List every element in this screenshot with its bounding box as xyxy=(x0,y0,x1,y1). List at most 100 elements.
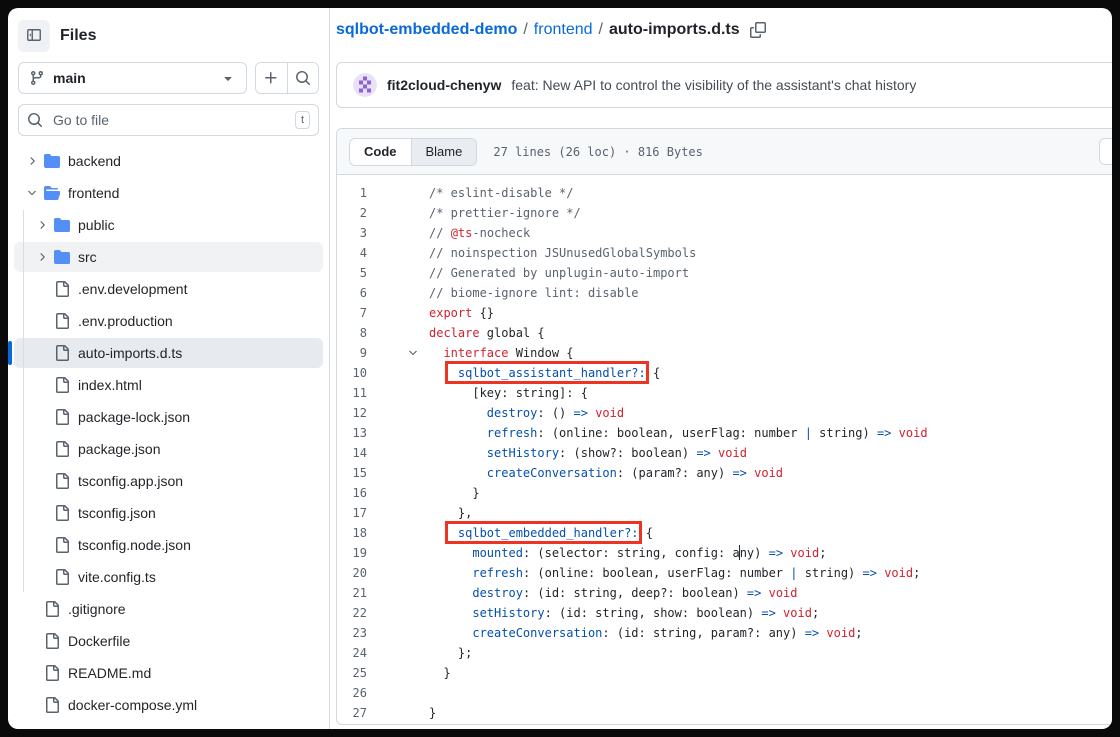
line-number[interactable]: 23 xyxy=(337,623,367,643)
line-number[interactable]: 15 xyxy=(337,463,367,483)
code-line-24: 24 }; xyxy=(337,643,1112,663)
commit-author[interactable]: fit2cloud-chenyw xyxy=(387,77,501,93)
line-number[interactable]: 27 xyxy=(337,703,367,723)
fold-gutter xyxy=(367,283,429,303)
go-to-file-input[interactable] xyxy=(51,111,287,129)
line-number[interactable]: 1 xyxy=(337,183,367,203)
line-number[interactable]: 13 xyxy=(337,423,367,443)
code-line-5: 5// Generated by unplugin-auto-import xyxy=(337,263,1112,283)
code-line-27: 27} xyxy=(337,703,1112,723)
avatar[interactable] xyxy=(353,73,377,97)
line-number[interactable]: 8 xyxy=(337,323,367,343)
repo-page: Files main xyxy=(8,8,1112,729)
line-number[interactable]: 5 xyxy=(337,263,367,283)
search-icon xyxy=(295,70,311,86)
search-tree-button[interactable] xyxy=(287,63,319,93)
tree-item-label: tsconfig.node.json xyxy=(78,537,191,553)
copy-path-icon[interactable] xyxy=(750,22,766,38)
branch-name: main xyxy=(53,70,86,86)
line-number[interactable]: 12 xyxy=(337,403,367,423)
tree-item-backend[interactable]: backend xyxy=(14,146,323,176)
tree-item-label: auto-imports.d.ts xyxy=(78,345,182,361)
tree-item-docker-compose.yml[interactable]: docker-compose.yml xyxy=(14,690,323,720)
fold-gutter xyxy=(367,183,429,203)
fold-gutter xyxy=(367,423,429,443)
code-line-22: 22 setHistory: (id: string, show: boolea… xyxy=(337,603,1112,623)
commit-message[interactable]: feat: New API to control the visibility … xyxy=(511,77,916,93)
breadcrumb-separator: / xyxy=(599,20,603,40)
line-number[interactable]: 17 xyxy=(337,503,367,523)
tree-item-.env.production[interactable]: .env.production xyxy=(14,306,323,336)
file-icon xyxy=(54,441,70,457)
tree-item-vite.config.ts[interactable]: vite.config.ts xyxy=(14,562,323,592)
tree-item-tsconfig.node.json[interactable]: tsconfig.node.json xyxy=(14,530,323,560)
main-content: sqlbot-embedded-demo / frontend / auto-i… xyxy=(330,8,1112,729)
fold-chevron-down-icon[interactable] xyxy=(367,343,429,363)
branch-selector[interactable]: main xyxy=(18,62,247,94)
tree-item-.env.development[interactable]: .env.development xyxy=(14,274,323,304)
tab-code[interactable]: Code xyxy=(350,139,412,165)
tree-item-.gitignore[interactable]: .gitignore xyxy=(14,594,323,624)
line-number[interactable]: 16 xyxy=(337,483,367,503)
code-text: } xyxy=(429,663,451,683)
code-line-13: 13 refresh: (online: boolean, userFlag: … xyxy=(337,423,1112,443)
line-number[interactable]: 9 xyxy=(337,343,367,363)
code-text: [key: string]: { xyxy=(429,383,588,403)
line-number[interactable]: 10 xyxy=(337,363,367,383)
tree-item-README.md[interactable]: README.md xyxy=(14,658,323,688)
tree-item-src[interactable]: src xyxy=(14,242,323,272)
folder-icon xyxy=(54,249,70,265)
annotation-box: sqlbot_assistant_handler?: xyxy=(458,366,646,380)
fold-gutter xyxy=(367,643,429,663)
line-number[interactable]: 11 xyxy=(337,383,367,403)
line-number[interactable]: 26 xyxy=(337,683,367,703)
file-icon xyxy=(44,697,60,713)
tree-item-label: .env.development xyxy=(78,281,187,297)
breadcrumb-repo-link[interactable]: sqlbot-embedded-demo xyxy=(336,20,517,40)
line-number[interactable]: 3 xyxy=(337,223,367,243)
tree-action-buttons xyxy=(255,62,319,94)
breadcrumb-dir-link[interactable]: frontend xyxy=(534,20,593,40)
tree-item-label: README.md xyxy=(68,665,151,681)
line-number[interactable]: 14 xyxy=(337,443,367,463)
line-number[interactable]: 21 xyxy=(337,583,367,603)
line-number[interactable]: 18 xyxy=(337,523,367,543)
tree-item-auto-imports.d.ts[interactable]: auto-imports.d.ts xyxy=(14,338,323,368)
tree-item-index.html[interactable]: index.html xyxy=(14,370,323,400)
line-number[interactable]: 7 xyxy=(337,303,367,323)
line-number[interactable]: 19 xyxy=(337,543,367,563)
tree-item-tsconfig.app.json[interactable]: tsconfig.app.json xyxy=(14,466,323,496)
raw-button[interactable]: Raw xyxy=(1099,138,1112,165)
code-line-2: 2/* prettier-ignore */ xyxy=(337,203,1112,223)
tree-item-package.json[interactable]: package.json xyxy=(14,434,323,464)
code-text: } xyxy=(429,483,480,503)
line-number[interactable]: 6 xyxy=(337,283,367,303)
shortcut-key-badge: t xyxy=(295,111,310,129)
line-number[interactable]: 25 xyxy=(337,663,367,683)
sidebar-title: Files xyxy=(60,27,96,45)
line-number[interactable]: 20 xyxy=(337,563,367,583)
code-text: refresh: (online: boolean, userFlag: num… xyxy=(429,423,928,443)
line-number[interactable]: 2 xyxy=(337,203,367,223)
line-number[interactable]: 22 xyxy=(337,603,367,623)
add-file-button[interactable] xyxy=(256,63,287,93)
tree-item-tsconfig.json[interactable]: tsconfig.json xyxy=(14,498,323,528)
code-text: export {} xyxy=(429,303,494,323)
tree-item-package-lock.json[interactable]: package-lock.json xyxy=(14,402,323,432)
fold-gutter xyxy=(367,603,429,623)
annotation-box: sqlbot_embedded_handler?: xyxy=(458,526,639,540)
collapse-sidebar-button[interactable] xyxy=(18,20,50,52)
tree-item-public[interactable]: public xyxy=(14,210,323,240)
line-number[interactable]: 24 xyxy=(337,643,367,663)
code-text: declare global { xyxy=(429,323,545,343)
tree-item-frontend[interactable]: frontend xyxy=(14,178,323,208)
code-text: }, xyxy=(429,503,472,523)
line-number[interactable]: 4 xyxy=(337,243,367,263)
tree-item-Dockerfile[interactable]: Dockerfile xyxy=(14,626,323,656)
tree-item-label: .gitignore xyxy=(68,601,126,617)
code-text: /* eslint-disable */ xyxy=(429,183,574,203)
tab-blame[interactable]: Blame xyxy=(412,139,477,165)
code-line-21: 21 destroy: (id: string, deep?: boolean)… xyxy=(337,583,1112,603)
fold-gutter xyxy=(367,263,429,283)
code-line-15: 15 createConversation: (param?: any) => … xyxy=(337,463,1112,483)
